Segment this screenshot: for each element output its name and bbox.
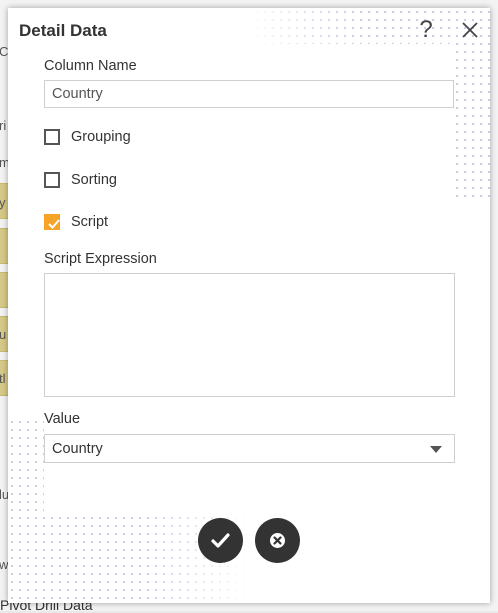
value-select-text: Country bbox=[52, 441, 103, 457]
grouping-checkbox-row[interactable]: Grouping bbox=[44, 127, 131, 147]
grouping-label: Grouping bbox=[71, 129, 131, 145]
background-text: u bbox=[0, 327, 7, 342]
sorting-checkbox-row[interactable]: Sorting bbox=[44, 170, 117, 190]
script-checkbox[interactable] bbox=[44, 214, 60, 230]
column-name-input[interactable] bbox=[44, 80, 454, 108]
cancel-circle-icon bbox=[270, 533, 285, 548]
background-text: ri bbox=[0, 118, 7, 133]
value-label: Value bbox=[44, 411, 81, 427]
background-text: y bbox=[0, 195, 6, 210]
script-checkbox-row[interactable]: Script bbox=[44, 212, 108, 232]
chevron-down-icon bbox=[430, 446, 442, 453]
dialog-title: Detail Data bbox=[19, 21, 107, 40]
close-icon[interactable] bbox=[460, 20, 480, 40]
cancel-button[interactable] bbox=[255, 518, 300, 563]
column-name-label: Column Name bbox=[44, 58, 137, 74]
script-label: Script bbox=[71, 214, 109, 230]
grouping-checkbox[interactable] bbox=[44, 129, 60, 145]
check-icon bbox=[211, 533, 230, 548]
script-expression-textarea[interactable] bbox=[44, 273, 455, 397]
checkmark-icon bbox=[48, 219, 60, 229]
ok-button[interactable] bbox=[198, 518, 243, 563]
background-text: tl bbox=[0, 371, 6, 386]
sorting-label: Sorting bbox=[71, 172, 117, 188]
detail-data-dialog: Detail Data ? Column Name Grouping Sorti… bbox=[8, 8, 490, 603]
sorting-checkbox[interactable] bbox=[44, 172, 60, 188]
help-icon[interactable]: ? bbox=[415, 17, 437, 43]
script-expression-label: Script Expression bbox=[44, 251, 157, 267]
value-select[interactable]: Country bbox=[44, 434, 455, 463]
